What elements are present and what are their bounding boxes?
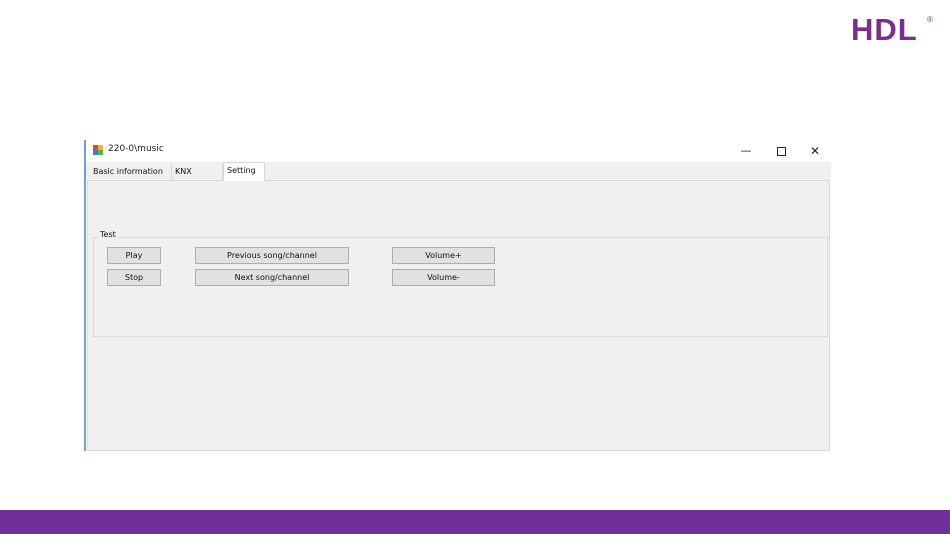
next-song-button[interactable]: Next song/channel: [195, 269, 349, 286]
hdl-logo: HDL: [851, 12, 918, 47]
play-button[interactable]: Play: [107, 247, 161, 264]
registered-mark: ®: [927, 15, 933, 24]
app-icon: [93, 145, 103, 155]
tab-basic-information[interactable]: Basic information: [90, 164, 172, 180]
footer-bar: [0, 510, 950, 534]
volume-down-button[interactable]: Volume-: [392, 269, 495, 286]
volume-up-button[interactable]: Volume+: [392, 247, 495, 264]
app-window: 220-0\music — ✕ Basic information KNX se…: [86, 140, 831, 451]
test-group-label: Test: [98, 230, 118, 239]
window-title: 220-0\music: [108, 144, 164, 154]
tab-strip: Basic information KNX setting Setting: [86, 162, 831, 192]
tab-knx-setting[interactable]: KNX setting: [172, 164, 223, 192]
setting-panel: Test Play Stop Previous song/channel Nex…: [87, 180, 830, 451]
maximize-icon: [776, 146, 786, 156]
stop-button[interactable]: Stop: [107, 269, 161, 286]
minimize-button[interactable]: —: [731, 142, 761, 160]
previous-song-button[interactable]: Previous song/channel: [195, 247, 349, 264]
maximize-button[interactable]: [766, 142, 796, 160]
close-button[interactable]: ✕: [800, 142, 830, 160]
title-bar[interactable]: 220-0\music — ✕: [86, 140, 831, 162]
tab-setting[interactable]: Setting: [223, 162, 265, 181]
